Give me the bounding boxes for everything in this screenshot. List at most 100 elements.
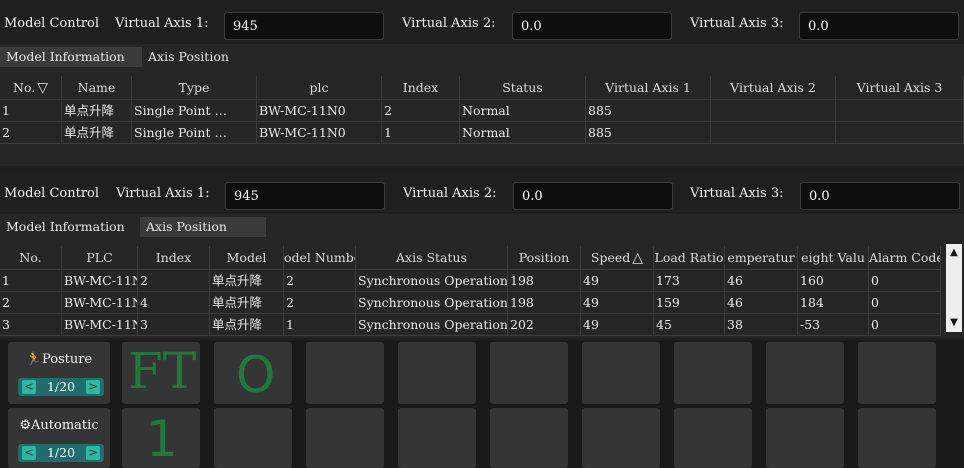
column-header-label: Name [77, 80, 116, 95]
automatic-title: ⚙Automatic [8, 418, 110, 433]
table-row[interactable]: 2BW-MC-11N04单点升降2Synchronous Operation19… [0, 292, 964, 314]
posture-next-button[interactable]: > [86, 380, 100, 394]
action-tile[interactable] [766, 342, 844, 404]
automatic-page-indicator: 1/20 [46, 445, 76, 460]
table-cell: 198 [508, 292, 581, 314]
sort-indicator-icon: ▽ [37, 80, 48, 96]
table-cell [836, 122, 964, 144]
column-header-label: PLC [86, 250, 113, 265]
action-tile[interactable] [214, 408, 292, 468]
column-header[interactable]: odel Numbe [284, 246, 356, 270]
column-header-label: Axis Status [396, 250, 467, 265]
table-scrollbar[interactable]: ▲ ▼ [946, 244, 962, 332]
virtual-axis-3-label: Virtual Axis 3: [690, 186, 784, 201]
tab-model-information[interactable]: Model Information [0, 217, 131, 237]
column-header[interactable]: Virtual Axis 3 [836, 76, 964, 100]
table-cell: 184 [798, 292, 869, 314]
column-header[interactable]: Alarm Code [869, 246, 941, 270]
action-tile[interactable] [306, 342, 384, 404]
column-header[interactable]: No. [0, 246, 62, 270]
tab-axis-position[interactable]: Axis Position [140, 217, 266, 237]
table-cell: 46 [725, 292, 798, 314]
column-header[interactable]: Virtual Axis 1 [586, 76, 711, 100]
scroll-up-arrow-icon[interactable]: ▲ [946, 246, 962, 260]
table-cell: Single Point … [132, 100, 257, 122]
table-cell: Single Point … [132, 122, 257, 144]
column-header-label: Virtual Axis 3 [856, 80, 943, 95]
table-cell: 0 [869, 314, 941, 336]
column-header-label: plc [309, 80, 329, 95]
automatic-prev-button[interactable]: < [22, 446, 36, 460]
column-header[interactable]: Type [132, 76, 257, 100]
posture-card[interactable]: 🏃Posture < 1/20 > [8, 342, 110, 404]
table-row[interactable]: 1 单点升降 Single Point … BW-MC-11N0 2 Normal 885 [0, 100, 964, 122]
column-header-label: Virtual Axis 2 [730, 80, 816, 95]
action-tile[interactable] [766, 408, 844, 468]
column-header[interactable]: emperatur [725, 246, 798, 270]
virtual-axis-1-label: Virtual Axis 1: [116, 186, 210, 201]
virtual-axis-2-input[interactable]: 0.0 [513, 182, 673, 210]
virtual-axis-2-input[interactable]: 0.0 [512, 12, 672, 40]
action-tile[interactable] [674, 408, 752, 468]
action-tile[interactable] [858, 408, 936, 468]
model-panel-2: Model Control Virtual Axis 1: 945 Virtua… [0, 170, 964, 338]
virtual-axis-3-input[interactable]: 0.0 [800, 182, 960, 210]
table-cell: Synchronous Operation [356, 270, 508, 292]
column-header[interactable]: plc [257, 76, 382, 100]
column-header[interactable]: Index [382, 76, 460, 100]
action-tile[interactable] [398, 408, 476, 468]
column-header[interactable]: Model [210, 246, 284, 270]
table-row[interactable]: 2 单点升降 Single Point … BW-MC-11N0 1 Normal 885 [0, 122, 964, 144]
column-header[interactable]: Status [460, 76, 586, 100]
column-header[interactable]: Name [62, 76, 132, 100]
table-cell: BW-MC-11N0 [62, 314, 138, 336]
sort-indicator-icon: △ [632, 250, 644, 266]
virtual-axis-1-input[interactable]: 945 [225, 182, 385, 210]
tab-model-information[interactable]: Model Information [0, 47, 142, 67]
column-header[interactable]: Axis Status [356, 246, 508, 270]
table-cell: BW-MC-11N0 [257, 122, 382, 144]
table-cell: 46 [725, 270, 798, 292]
posture-prev-button[interactable]: < [22, 380, 36, 394]
action-tile[interactable] [490, 408, 568, 468]
action-tile[interactable] [306, 408, 384, 468]
table-cell: 3 [138, 314, 210, 336]
column-header[interactable]: Index [138, 246, 210, 270]
handwriting-1: 1 [146, 410, 178, 468]
action-tile[interactable] [582, 342, 660, 404]
virtual-axis-1-input[interactable]: 945 [224, 12, 384, 40]
action-tile[interactable] [858, 342, 936, 404]
table-row[interactable]: 3BW-MC-11N03单点升降1Synchronous Operation20… [0, 314, 964, 336]
table-header-row: No. ▽ Name Type plc Index Status Virtual Axis 1… [0, 76, 964, 100]
posture-page-indicator: 1/20 [46, 379, 76, 394]
column-header[interactable]: No. ▽ [0, 76, 62, 100]
action-tile[interactable] [582, 408, 660, 468]
column-header-label: Alarm Code [869, 250, 941, 265]
scroll-down-arrow-icon[interactable]: ▼ [946, 316, 962, 330]
column-header[interactable]: eight Valu [798, 246, 869, 270]
table-cell: 单点升降 [62, 100, 132, 122]
table-cell: BW-MC-11N0 [62, 292, 138, 314]
column-header[interactable]: Load Ratio [654, 246, 725, 270]
automatic-card[interactable]: ⚙Automatic < 1/20 > [8, 408, 110, 468]
model-control-bar: Model Control Virtual Axis 1: 945 Virtua… [0, 0, 964, 44]
action-tile[interactable] [398, 342, 476, 404]
tab-axis-position[interactable]: Axis Position [142, 47, 235, 67]
action-tile[interactable] [490, 342, 568, 404]
table-row[interactable]: 1BW-MC-11N02单点升降2Synchronous Operation19… [0, 270, 964, 292]
column-header[interactable]: Speed △ [581, 246, 654, 270]
virtual-axis-3-input[interactable]: 0.0 [799, 12, 959, 40]
table-cell: Normal [460, 122, 586, 144]
table-cell: 49 [581, 270, 654, 292]
column-header-label: Status [502, 80, 543, 95]
column-header[interactable]: Virtual Axis 2 [711, 76, 836, 100]
column-header-label: Position [518, 250, 570, 265]
table-header-row: No. PLC Index Model odel Numbe Axis Status Pos… [0, 246, 964, 270]
column-header[interactable]: Position [508, 246, 581, 270]
posture-label: Posture [41, 352, 93, 367]
column-header[interactable]: PLC [62, 246, 138, 270]
handwriting-o: O [236, 346, 276, 404]
automatic-next-button[interactable]: > [86, 446, 100, 460]
table-cell: 1 [0, 100, 62, 122]
action-tile[interactable] [674, 342, 752, 404]
